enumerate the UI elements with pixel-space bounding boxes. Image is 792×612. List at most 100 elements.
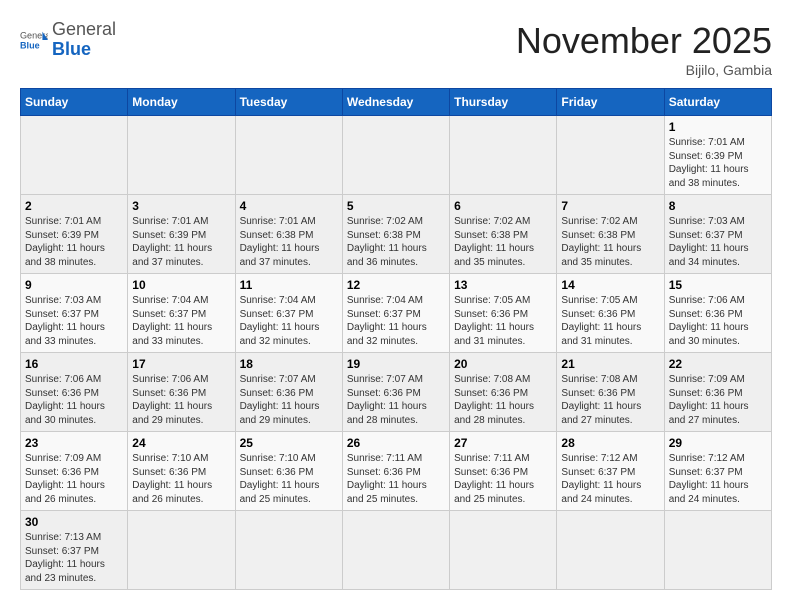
calendar-cell: 20 Sunrise: 7:08 AM Sunset: 6:36 PM Dayli… [450, 353, 557, 432]
location: Bijilo, Gambia [516, 62, 772, 78]
day-info: Sunrise: 7:05 AM Sunset: 6:36 PM Dayligh… [454, 294, 552, 348]
calendar-cell: 18Sunrise: 7:07 AM Sunset: 6:36 PM Dayli… [235, 353, 342, 432]
calendar-cell [128, 116, 235, 195]
day-number: 21 [561, 357, 659, 371]
day-number: 13 [454, 278, 552, 292]
calendar-cell: 5 Sunrise: 7:02 AM Sunset: 6:38 PM Daylig… [342, 195, 449, 274]
logo: General Blue General Blue [20, 20, 116, 60]
day-number: 3 [132, 199, 230, 213]
day-number: 6 [454, 199, 552, 213]
day-number: 17 [132, 357, 230, 371]
weekday-header-row: SundayMondayTuesdayWednesdayThursdayFrid… [21, 89, 772, 116]
day-info: Sunrise: 7:07 AM Sunset: 6:36 PM Dayligh… [240, 373, 338, 427]
day-info: Sunrise: 7:03 AM Sunset: 6:37 PM Dayligh… [25, 294, 123, 348]
calendar-cell [664, 511, 771, 590]
day-number: 5 [347, 199, 445, 213]
calendar-cell [450, 511, 557, 590]
calendar-cell [128, 511, 235, 590]
day-info: Sunrise: 7:07 AM Sunset: 6:36 PM Dayligh… [347, 373, 445, 427]
day-number: 19 [347, 357, 445, 371]
day-number: 26 [347, 436, 445, 450]
day-info: Sunrise: 7:02 AM Sunset: 6:38 PM Dayligh… [347, 215, 445, 269]
day-info: Sunrise: 7:10 AM Sunset: 6:36 PM Dayligh… [132, 452, 230, 506]
logo-text: General Blue [52, 19, 116, 59]
week-row-3: 16 Sunrise: 7:06 AM Sunset: 6:36 PM Dayli… [21, 353, 772, 432]
calendar-cell: 7 Sunrise: 7:02 AM Sunset: 6:38 PM Daylig… [557, 195, 664, 274]
calendar-cell: 4Sunrise: 7:01 AM Sunset: 6:38 PM Daylig… [235, 195, 342, 274]
week-row-2: 9 Sunrise: 7:03 AM Sunset: 6:37 PM Daylig… [21, 274, 772, 353]
day-number: 12 [347, 278, 445, 292]
logo-icon: General Blue [20, 26, 48, 54]
calendar-cell: 29Sunrise: 7:12 AM Sunset: 6:37 PM Dayli… [664, 432, 771, 511]
weekday-header-tuesday: Tuesday [235, 89, 342, 116]
day-info: Sunrise: 7:02 AM Sunset: 6:38 PM Dayligh… [561, 215, 659, 269]
day-info: Sunrise: 7:01 AM Sunset: 6:39 PM Dayligh… [669, 136, 767, 190]
calendar-cell: 27Sunrise: 7:11 AM Sunset: 6:36 PM Dayli… [450, 432, 557, 511]
calendar-cell: 6 Sunrise: 7:02 AM Sunset: 6:38 PM Daylig… [450, 195, 557, 274]
calendar-cell: 21 Sunrise: 7:08 AM Sunset: 6:36 PM Dayli… [557, 353, 664, 432]
calendar: SundayMondayTuesdayWednesdayThursdayFrid… [20, 88, 772, 590]
weekday-header-friday: Friday [557, 89, 664, 116]
day-info: Sunrise: 7:06 AM Sunset: 6:36 PM Dayligh… [25, 373, 123, 427]
title-area: November 2025 Bijilo, Gambia [516, 20, 772, 78]
week-row-1: 2 Sunrise: 7:01 AM Sunset: 6:39 PM Daylig… [21, 195, 772, 274]
calendar-cell: 8Sunrise: 7:03 AM Sunset: 6:37 PM Daylig… [664, 195, 771, 274]
day-info: Sunrise: 7:01 AM Sunset: 6:39 PM Dayligh… [25, 215, 123, 269]
day-number: 20 [454, 357, 552, 371]
calendar-cell: 23 Sunrise: 7:09 AM Sunset: 6:36 PM Dayli… [21, 432, 128, 511]
day-info: Sunrise: 7:10 AM Sunset: 6:36 PM Dayligh… [240, 452, 338, 506]
day-number: 4 [240, 199, 338, 213]
day-number: 28 [561, 436, 659, 450]
week-row-5: 30 Sunrise: 7:13 AM Sunset: 6:37 PM Dayli… [21, 511, 772, 590]
day-info: Sunrise: 7:09 AM Sunset: 6:36 PM Dayligh… [669, 373, 767, 427]
day-info: Sunrise: 7:08 AM Sunset: 6:36 PM Dayligh… [454, 373, 552, 427]
day-number: 22 [669, 357, 767, 371]
day-number: 30 [25, 515, 123, 529]
day-number: 29 [669, 436, 767, 450]
calendar-cell: 16 Sunrise: 7:06 AM Sunset: 6:36 PM Dayli… [21, 353, 128, 432]
day-info: Sunrise: 7:06 AM Sunset: 6:36 PM Dayligh… [132, 373, 230, 427]
day-number: 7 [561, 199, 659, 213]
calendar-cell: 22 Sunrise: 7:09 AM Sunset: 6:36 PM Dayli… [664, 353, 771, 432]
day-info: Sunrise: 7:08 AM Sunset: 6:36 PM Dayligh… [561, 373, 659, 427]
calendar-cell [557, 511, 664, 590]
day-number: 23 [25, 436, 123, 450]
day-info: Sunrise: 7:09 AM Sunset: 6:36 PM Dayligh… [25, 452, 123, 506]
day-info: Sunrise: 7:02 AM Sunset: 6:38 PM Dayligh… [454, 215, 552, 269]
day-info: Sunrise: 7:05 AM Sunset: 6:36 PM Dayligh… [561, 294, 659, 348]
calendar-cell [450, 116, 557, 195]
calendar-cell: 28Sunrise: 7:12 AM Sunset: 6:37 PM Dayli… [557, 432, 664, 511]
week-row-4: 23 Sunrise: 7:09 AM Sunset: 6:36 PM Dayli… [21, 432, 772, 511]
day-info: Sunrise: 7:04 AM Sunset: 6:37 PM Dayligh… [132, 294, 230, 348]
day-info: Sunrise: 7:03 AM Sunset: 6:37 PM Dayligh… [669, 215, 767, 269]
day-number: 27 [454, 436, 552, 450]
calendar-cell: 25 Sunrise: 7:10 AM Sunset: 6:36 PM Dayli… [235, 432, 342, 511]
calendar-cell: 1 Sunrise: 7:01 AM Sunset: 6:39 PM Daylig… [664, 116, 771, 195]
day-number: 2 [25, 199, 123, 213]
weekday-header-sunday: Sunday [21, 89, 128, 116]
day-info: Sunrise: 7:04 AM Sunset: 6:37 PM Dayligh… [240, 294, 338, 348]
calendar-cell: 2 Sunrise: 7:01 AM Sunset: 6:39 PM Daylig… [21, 195, 128, 274]
day-info: Sunrise: 7:04 AM Sunset: 6:37 PM Dayligh… [347, 294, 445, 348]
day-number: 1 [669, 120, 767, 134]
calendar-cell: 30 Sunrise: 7:13 AM Sunset: 6:37 PM Dayli… [21, 511, 128, 590]
day-info: Sunrise: 7:01 AM Sunset: 6:39 PM Dayligh… [132, 215, 230, 269]
weekday-header-wednesday: Wednesday [342, 89, 449, 116]
header: General Blue General Blue November 2025 … [20, 20, 772, 78]
calendar-cell: 3 Sunrise: 7:01 AM Sunset: 6:39 PM Daylig… [128, 195, 235, 274]
day-number: 9 [25, 278, 123, 292]
calendar-cell [235, 511, 342, 590]
calendar-cell [21, 116, 128, 195]
calendar-cell: 19 Sunrise: 7:07 AM Sunset: 6:36 PM Dayli… [342, 353, 449, 432]
calendar-cell [342, 116, 449, 195]
calendar-cell: 24Sunrise: 7:10 AM Sunset: 6:36 PM Dayli… [128, 432, 235, 511]
day-info: Sunrise: 7:11 AM Sunset: 6:36 PM Dayligh… [347, 452, 445, 506]
calendar-cell: 9 Sunrise: 7:03 AM Sunset: 6:37 PM Daylig… [21, 274, 128, 353]
day-number: 16 [25, 357, 123, 371]
day-number: 25 [240, 436, 338, 450]
weekday-header-saturday: Saturday [664, 89, 771, 116]
day-info: Sunrise: 7:13 AM Sunset: 6:37 PM Dayligh… [25, 531, 123, 585]
calendar-cell [557, 116, 664, 195]
day-number: 14 [561, 278, 659, 292]
weekday-header-monday: Monday [128, 89, 235, 116]
